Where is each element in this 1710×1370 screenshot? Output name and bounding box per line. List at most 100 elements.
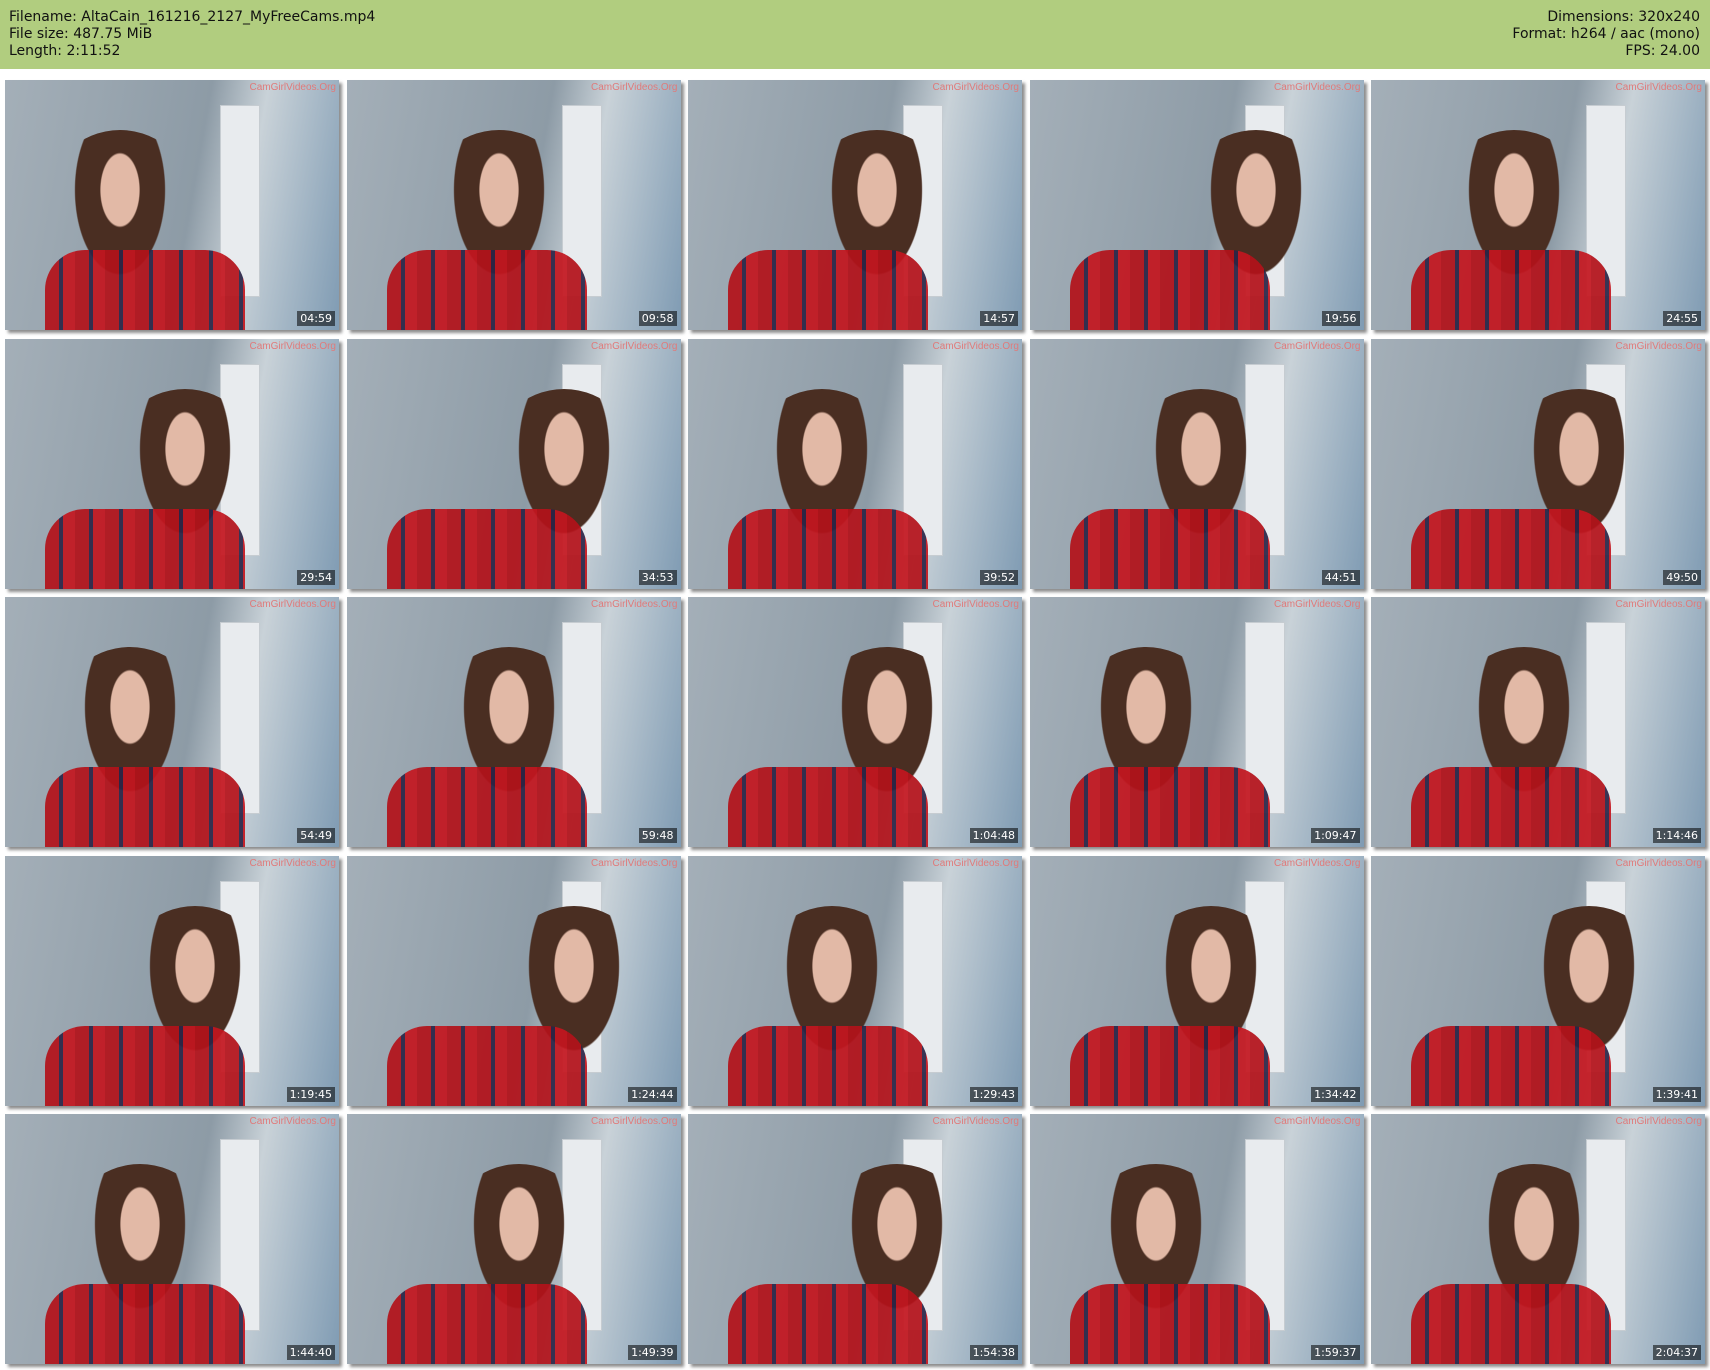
- watermark: CamGirlVideos.Org: [932, 340, 1019, 352]
- video-thumbnail[interactable]: CamGirlVideos.Org 1:44:40: [5, 1114, 339, 1364]
- video-thumbnail[interactable]: CamGirlVideos.Org 24:55: [1371, 80, 1705, 330]
- timestamp: 04:59: [297, 311, 335, 326]
- video-thumbnail[interactable]: CamGirlVideos.Org 1:04:48: [688, 597, 1022, 847]
- plaid-shirt-image: [386, 767, 587, 847]
- video-thumbnail[interactable]: CamGirlVideos.Org 19:56: [1029, 80, 1364, 330]
- timestamp: 54:49: [297, 828, 335, 843]
- timestamp: 34:53: [638, 569, 677, 585]
- watermark: CamGirlVideos.Org: [590, 599, 678, 610]
- header-left: Filename: AltaCain_161216_2127_MyFreeCam…: [9, 9, 375, 60]
- plaid-shirt-image: [1411, 767, 1611, 847]
- file-info-header: Filename: AltaCain_161216_2127_MyFreeCam…: [0, 0, 1710, 69]
- watermark: CamGirlVideos.Org: [249, 1116, 336, 1127]
- plaid-shirt-image: [1069, 508, 1270, 589]
- plaid-shirt-image: [728, 508, 928, 589]
- timestamp: 29:54: [297, 569, 335, 585]
- file-size: File size: 487.75 MiB: [9, 26, 153, 42]
- watermark: CamGirlVideos.Org: [590, 857, 678, 869]
- timestamp: 1:19:45: [286, 1086, 335, 1102]
- timestamp: 44:51: [1321, 569, 1360, 585]
- dimensions: Dimensions: 320x240: [1547, 9, 1700, 25]
- video-thumbnail[interactable]: CamGirlVideos.Org 29:54: [5, 338, 339, 589]
- timestamp: 1:59:37: [1311, 1345, 1360, 1360]
- video-thumbnail[interactable]: CamGirlVideos.Org 1:29:43: [688, 855, 1022, 1106]
- plaid-shirt-image: [45, 508, 245, 589]
- timestamp: 59:48: [638, 828, 677, 843]
- header-right: Dimensions: 320x240 Format: h264 / aac (…: [1512, 9, 1700, 60]
- format: Format: h264 / aac (mono): [1512, 26, 1700, 42]
- video-thumbnail[interactable]: CamGirlVideos.Org 1:19:45: [5, 855, 339, 1106]
- watermark: CamGirlVideos.Org: [1273, 599, 1361, 610]
- watermark: CamGirlVideos.Org: [249, 857, 336, 869]
- watermark: CamGirlVideos.Org: [1615, 82, 1702, 93]
- plaid-shirt-image: [386, 250, 587, 330]
- timestamp: 1:14:46: [1652, 828, 1701, 843]
- timestamp: 49:50: [1663, 569, 1701, 585]
- plaid-shirt-image: [1411, 1284, 1611, 1364]
- timestamp: 19:56: [1321, 311, 1360, 326]
- watermark: CamGirlVideos.Org: [249, 599, 336, 610]
- video-thumbnail[interactable]: CamGirlVideos.Org 1:49:39: [346, 1114, 681, 1364]
- timestamp: 1:29:43: [969, 1086, 1018, 1102]
- watermark: CamGirlVideos.Org: [590, 82, 678, 93]
- video-thumbnail[interactable]: CamGirlVideos.Org 1:09:47: [1029, 597, 1364, 847]
- timestamp: 1:09:47: [1311, 828, 1360, 843]
- watermark: CamGirlVideos.Org: [249, 340, 336, 352]
- watermark: CamGirlVideos.Org: [932, 82, 1019, 93]
- plaid-shirt-image: [45, 1025, 245, 1106]
- video-thumbnail[interactable]: CamGirlVideos.Org 1:39:41: [1371, 855, 1705, 1106]
- timestamp: 1:39:41: [1652, 1086, 1701, 1102]
- video-thumbnail[interactable]: CamGirlVideos.Org 1:14:46: [1371, 597, 1705, 847]
- video-thumbnail[interactable]: CamGirlVideos.Org 49:50: [1371, 338, 1705, 589]
- plaid-shirt-image: [386, 1284, 587, 1364]
- timestamp: 1:34:42: [1311, 1086, 1360, 1102]
- plaid-shirt-image: [45, 1284, 245, 1364]
- plaid-shirt-image: [1069, 250, 1270, 330]
- plaid-shirt-image: [728, 1025, 928, 1106]
- video-thumbnail[interactable]: CamGirlVideos.Org 14:57: [688, 80, 1022, 330]
- filename: Filename: AltaCain_161216_2127_MyFreeCam…: [9, 9, 376, 25]
- video-thumbnail[interactable]: CamGirlVideos.Org 1:59:37: [1029, 1114, 1364, 1364]
- video-thumbnail[interactable]: CamGirlVideos.Org 09:58: [346, 80, 681, 330]
- timestamp: 1:44:40: [286, 1345, 335, 1360]
- video-thumbnail[interactable]: CamGirlVideos.Org 59:48: [346, 597, 681, 847]
- timestamp: 39:52: [980, 569, 1018, 585]
- plaid-shirt-image: [1069, 1025, 1270, 1106]
- plaid-shirt-image: [45, 767, 245, 847]
- video-thumbnail[interactable]: CamGirlVideos.Org 54:49: [5, 597, 339, 847]
- video-length: Length: 2:11:52: [9, 43, 121, 59]
- watermark: CamGirlVideos.Org: [1615, 340, 1702, 352]
- plaid-shirt-image: [1411, 1025, 1611, 1106]
- watermark: CamGirlVideos.Org: [590, 1116, 678, 1127]
- video-thumbnail[interactable]: CamGirlVideos.Org 1:24:44: [346, 855, 681, 1106]
- timestamp: 09:58: [638, 311, 677, 326]
- watermark: CamGirlVideos.Org: [932, 599, 1019, 610]
- timestamp: 14:57: [980, 311, 1018, 326]
- watermark: CamGirlVideos.Org: [1273, 340, 1361, 352]
- video-thumbnail[interactable]: CamGirlVideos.Org 39:52: [688, 338, 1022, 589]
- video-thumbnail[interactable]: CamGirlVideos.Org 1:34:42: [1029, 855, 1364, 1106]
- timestamp: 1:49:39: [628, 1345, 677, 1360]
- plaid-shirt-image: [728, 250, 928, 330]
- video-thumbnail[interactable]: CamGirlVideos.Org 04:59: [5, 80, 339, 330]
- plaid-shirt-image: [386, 1025, 587, 1106]
- plaid-shirt-image: [386, 508, 587, 589]
- watermark: CamGirlVideos.Org: [932, 1116, 1019, 1127]
- video-thumbnail[interactable]: CamGirlVideos.Org 2:04:37: [1371, 1114, 1705, 1364]
- fps: FPS: 24.00: [1625, 43, 1700, 59]
- plaid-shirt-image: [45, 250, 245, 330]
- timestamp: 24:55: [1663, 311, 1701, 326]
- watermark: CamGirlVideos.Org: [249, 82, 336, 93]
- plaid-shirt-image: [1069, 1284, 1270, 1364]
- video-thumbnail[interactable]: CamGirlVideos.Org 1:54:38: [688, 1114, 1022, 1364]
- timestamp: 1:04:48: [969, 828, 1018, 843]
- watermark: CamGirlVideos.Org: [1273, 82, 1361, 93]
- video-thumbnail[interactable]: CamGirlVideos.Org 34:53: [346, 338, 681, 589]
- plaid-shirt-image: [1411, 508, 1611, 589]
- timestamp: 1:24:44: [628, 1086, 677, 1102]
- watermark: CamGirlVideos.Org: [1615, 599, 1702, 610]
- plaid-shirt-image: [1069, 767, 1270, 847]
- watermark: CamGirlVideos.Org: [1615, 857, 1702, 869]
- video-thumbnail[interactable]: CamGirlVideos.Org 44:51: [1029, 338, 1364, 589]
- plaid-shirt-image: [728, 767, 928, 847]
